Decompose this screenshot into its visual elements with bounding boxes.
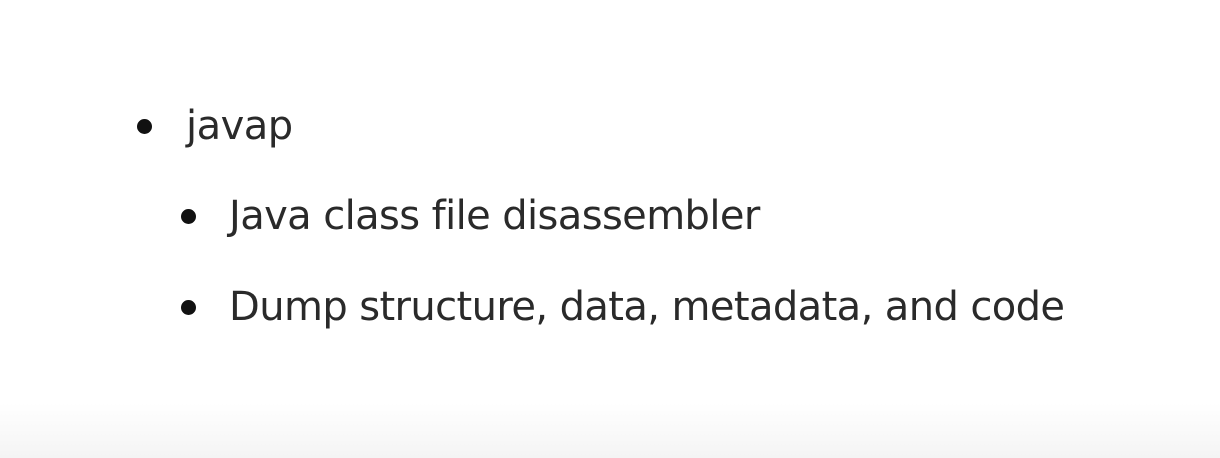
bullet-dot-icon — [137, 118, 152, 134]
sub-bullet-item-dump: Dump structure, data, metadata, and code — [181, 281, 1065, 333]
sub-bullet-text: Java class file disassembler — [229, 193, 760, 239]
bullet-dot-icon — [181, 208, 196, 224]
sub-bullet-text: Dump structure, data, metadata, and code — [229, 284, 1065, 330]
bullet-text: javap — [186, 103, 293, 149]
sub-bullet-item-disassembler: Java class file disassembler — [181, 190, 760, 242]
bullet-dot-icon — [181, 299, 196, 315]
bullet-item-javap: javap — [137, 101, 293, 151]
slide: javap Java class file disassembler Dump … — [0, 0, 1220, 458]
